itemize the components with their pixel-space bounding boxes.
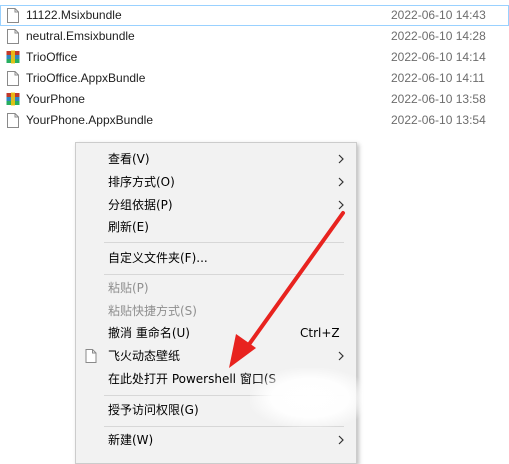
blank-file-icon xyxy=(7,29,19,44)
menu-item-label: 分组依据(P) xyxy=(108,198,173,212)
file-date: 2022-06-10 14:14 xyxy=(391,50,486,64)
menu-item-paste[interactable]: 粘贴(P) xyxy=(76,277,356,299)
file-row[interactable]: TrioOffice.AppxBundle 2022-06-10 14:11 xyxy=(0,68,509,89)
archive-icon xyxy=(6,92,20,106)
menu-item-label: 授予访问权限(G) xyxy=(108,403,199,417)
blank-file-icon xyxy=(7,113,19,128)
menu-item-feihuo-wallpaper[interactable]: 飞火动态壁纸 xyxy=(76,345,356,367)
blank-file-icon xyxy=(7,8,19,23)
menu-item-label: 新建(W) xyxy=(108,433,154,447)
file-list: 11122.Msixbundle 2022-06-10 14:43 neutra… xyxy=(0,5,509,131)
blank-file-icon xyxy=(85,349,97,363)
menu-item-new[interactable]: 新建(W) xyxy=(76,429,356,451)
menu-item-label: 排序方式(O) xyxy=(108,175,175,189)
file-name: YourPhone xyxy=(26,92,85,106)
archive-icon xyxy=(6,50,20,64)
menu-item-label: 粘贴快捷方式(S) xyxy=(108,304,197,318)
chevron-right-icon xyxy=(338,177,344,187)
menu-separator xyxy=(104,274,344,275)
file-row[interactable]: TrioOffice 2022-06-10 14:14 xyxy=(0,47,509,68)
menu-item-paste-shortcut[interactable]: 粘贴快捷方式(S) xyxy=(76,300,356,322)
file-name: 11122.Msixbundle xyxy=(26,8,122,22)
file-name: TrioOffice xyxy=(26,50,78,64)
menu-item-refresh[interactable]: 刷新(E) xyxy=(76,216,356,238)
menu-item-view[interactable]: 查看(V) xyxy=(76,148,356,170)
file-row[interactable]: neutral.Emsixbundle 2022-06-10 14:28 xyxy=(0,26,509,47)
menu-item-label: 自定义文件夹(F)... xyxy=(108,251,208,265)
file-date: 2022-06-10 13:54 xyxy=(391,113,486,127)
menu-item-group-by[interactable]: 分组依据(P) xyxy=(76,194,356,216)
keyboard-shortcut: Ctrl+Z xyxy=(300,326,340,340)
file-row[interactable]: YourPhone 2022-06-10 13:58 xyxy=(0,89,509,110)
menu-item-undo-rename[interactable]: 撤消 重命名(U) Ctrl+Z xyxy=(76,322,356,344)
file-name: TrioOffice.AppxBundle xyxy=(26,71,146,85)
menu-item-customize-folder[interactable]: 自定义文件夹(F)... xyxy=(76,247,356,269)
glare-overlay xyxy=(250,368,370,428)
file-date: 2022-06-10 14:43 xyxy=(391,8,486,22)
menu-item-label: 查看(V) xyxy=(108,152,150,166)
blank-file-icon xyxy=(7,71,19,86)
menu-item-label: 粘贴(P) xyxy=(108,281,149,295)
menu-separator xyxy=(104,242,344,243)
file-date: 2022-06-10 13:58 xyxy=(391,92,486,106)
menu-item-sort-by[interactable]: 排序方式(O) xyxy=(76,171,356,193)
file-row[interactable]: YourPhone.AppxBundle 2022-06-10 13:54 xyxy=(0,110,509,131)
file-date: 2022-06-10 14:28 xyxy=(391,29,486,43)
menu-item-label: 刷新(E) xyxy=(108,220,149,234)
chevron-right-icon xyxy=(338,200,344,210)
menu-item-label: 飞火动态壁纸 xyxy=(108,349,181,363)
file-name: YourPhone.AppxBundle xyxy=(26,113,153,127)
file-row[interactable]: 11122.Msixbundle 2022-06-10 14:43 xyxy=(0,5,509,26)
chevron-right-icon xyxy=(338,154,344,164)
chevron-right-icon xyxy=(338,351,344,361)
file-name: neutral.Emsixbundle xyxy=(26,29,135,43)
menu-item-label: 撤消 重命名(U) xyxy=(108,326,190,340)
chevron-right-icon xyxy=(338,435,344,445)
file-date: 2022-06-10 14:11 xyxy=(391,71,485,85)
